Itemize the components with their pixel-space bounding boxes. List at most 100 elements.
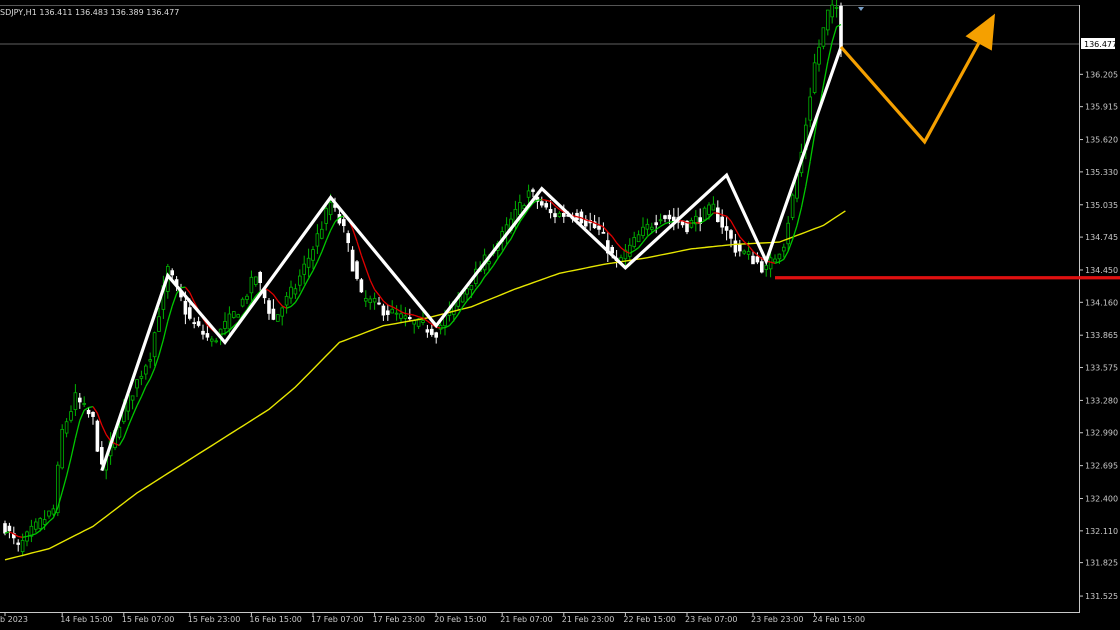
candle-body bbox=[51, 508, 56, 515]
time-tick-label: 21 Feb 07:00 bbox=[500, 615, 552, 624]
candle-body bbox=[69, 411, 73, 421]
fast-ma-segment bbox=[22, 535, 28, 538]
candle-body bbox=[733, 240, 738, 253]
candle-body bbox=[280, 307, 284, 317]
candle-body bbox=[38, 518, 42, 530]
candle-body bbox=[350, 249, 355, 272]
price-tick-label: 133.865 bbox=[1085, 331, 1118, 340]
candle-body bbox=[381, 305, 386, 316]
candle-body bbox=[746, 251, 751, 255]
candle-body bbox=[782, 246, 786, 252]
candle-body bbox=[236, 314, 241, 318]
candle-body bbox=[553, 213, 557, 218]
candle-body bbox=[196, 321, 201, 326]
candle-body bbox=[117, 426, 122, 438]
candle-body bbox=[183, 300, 188, 315]
candle-body bbox=[82, 403, 87, 405]
price-tick-label: 133.575 bbox=[1085, 364, 1118, 373]
time-tick-label: 15 Feb 07:00 bbox=[122, 615, 174, 624]
candle-body bbox=[724, 226, 729, 231]
price-tick-label: 135.330 bbox=[1085, 168, 1118, 177]
candle-body bbox=[16, 542, 20, 545]
candle-body bbox=[812, 62, 817, 93]
candle-body bbox=[628, 244, 632, 257]
candle-body bbox=[377, 302, 381, 305]
price-tick-label: 135.620 bbox=[1085, 136, 1118, 145]
price-tick-label: 132.990 bbox=[1085, 429, 1118, 438]
candle-body bbox=[100, 447, 104, 465]
time-tick-label: 23 Feb 23:00 bbox=[751, 615, 803, 624]
candle-body bbox=[47, 510, 51, 517]
candle-body bbox=[7, 525, 12, 532]
candle-body bbox=[319, 228, 324, 239]
time-tick-label: b 2023 bbox=[0, 615, 28, 624]
candle-body bbox=[157, 316, 161, 332]
candle-body bbox=[78, 397, 82, 403]
candle-body bbox=[773, 258, 777, 263]
candle-body bbox=[403, 315, 408, 319]
time-tick-label: 23 Feb 07:00 bbox=[685, 615, 737, 624]
candle-body bbox=[223, 321, 227, 329]
candle-body bbox=[562, 212, 566, 217]
candle-body bbox=[359, 279, 364, 293]
candle-body bbox=[275, 314, 280, 322]
candle-body bbox=[839, 5, 843, 51]
candle-body bbox=[192, 322, 197, 324]
candle-body bbox=[407, 317, 412, 320]
candle-body bbox=[306, 257, 311, 268]
candle-body bbox=[187, 307, 192, 319]
candle-body bbox=[557, 212, 562, 217]
candle-body bbox=[526, 190, 531, 198]
price-chart[interactable]: 136.205 135.915 135.620 135.330 135.035 134.7… bbox=[0, 0, 1120, 630]
fast-ma-segment bbox=[405, 312, 410, 315]
candle-body bbox=[64, 421, 69, 434]
candle-body bbox=[214, 340, 219, 343]
current-price-tag: 136.477 bbox=[1081, 38, 1117, 50]
candle-body bbox=[434, 332, 438, 338]
candle-body bbox=[672, 216, 676, 222]
candle-body bbox=[130, 395, 135, 401]
time-tick-label: 24 Feb 15:00 bbox=[813, 615, 865, 624]
candle-body bbox=[768, 257, 773, 270]
time-tick-label: 14 Feb 15:00 bbox=[60, 615, 112, 624]
fast-ma-segment bbox=[220, 333, 226, 335]
price-tick-label: 131.525 bbox=[1085, 592, 1118, 601]
candle-body bbox=[641, 226, 645, 236]
candle-body bbox=[817, 46, 821, 65]
candle-body bbox=[253, 276, 258, 285]
candle-body bbox=[271, 308, 276, 320]
candle-body bbox=[258, 271, 262, 283]
candle-body bbox=[20, 540, 25, 553]
candle-body bbox=[760, 261, 764, 273]
candle-body bbox=[755, 256, 760, 263]
candle-body bbox=[702, 207, 707, 221]
candle-body bbox=[821, 27, 826, 47]
candle-body bbox=[540, 201, 544, 206]
price-tick-label: 132.400 bbox=[1085, 495, 1118, 504]
candle-body bbox=[729, 230, 733, 239]
candle-body bbox=[209, 338, 214, 342]
candle-body bbox=[135, 379, 139, 389]
candle-body bbox=[808, 96, 812, 121]
candle-body bbox=[302, 263, 306, 275]
candle-body bbox=[834, 6, 839, 9]
candle-body bbox=[311, 249, 315, 261]
candle-body bbox=[597, 225, 601, 230]
candle-body bbox=[469, 285, 474, 291]
price-tick-label: 132.110 bbox=[1085, 527, 1118, 536]
symbol-info-line: SDJPY,H1 136.411 136.483 136.389 136.477 bbox=[0, 8, 179, 17]
candle-body bbox=[293, 288, 298, 295]
candle-body bbox=[518, 202, 522, 215]
candle-body bbox=[289, 286, 293, 299]
price-tick-label: 135.915 bbox=[1085, 103, 1118, 112]
candle-body bbox=[152, 332, 157, 358]
candle-body bbox=[91, 411, 95, 417]
candle-body bbox=[34, 521, 38, 530]
candle-body bbox=[548, 209, 553, 214]
candle-body bbox=[830, 4, 834, 18]
candle-body bbox=[751, 255, 755, 265]
candle-body bbox=[544, 203, 548, 208]
candle-body bbox=[73, 392, 78, 411]
candle-body bbox=[645, 223, 650, 230]
candle-body bbox=[425, 329, 430, 333]
